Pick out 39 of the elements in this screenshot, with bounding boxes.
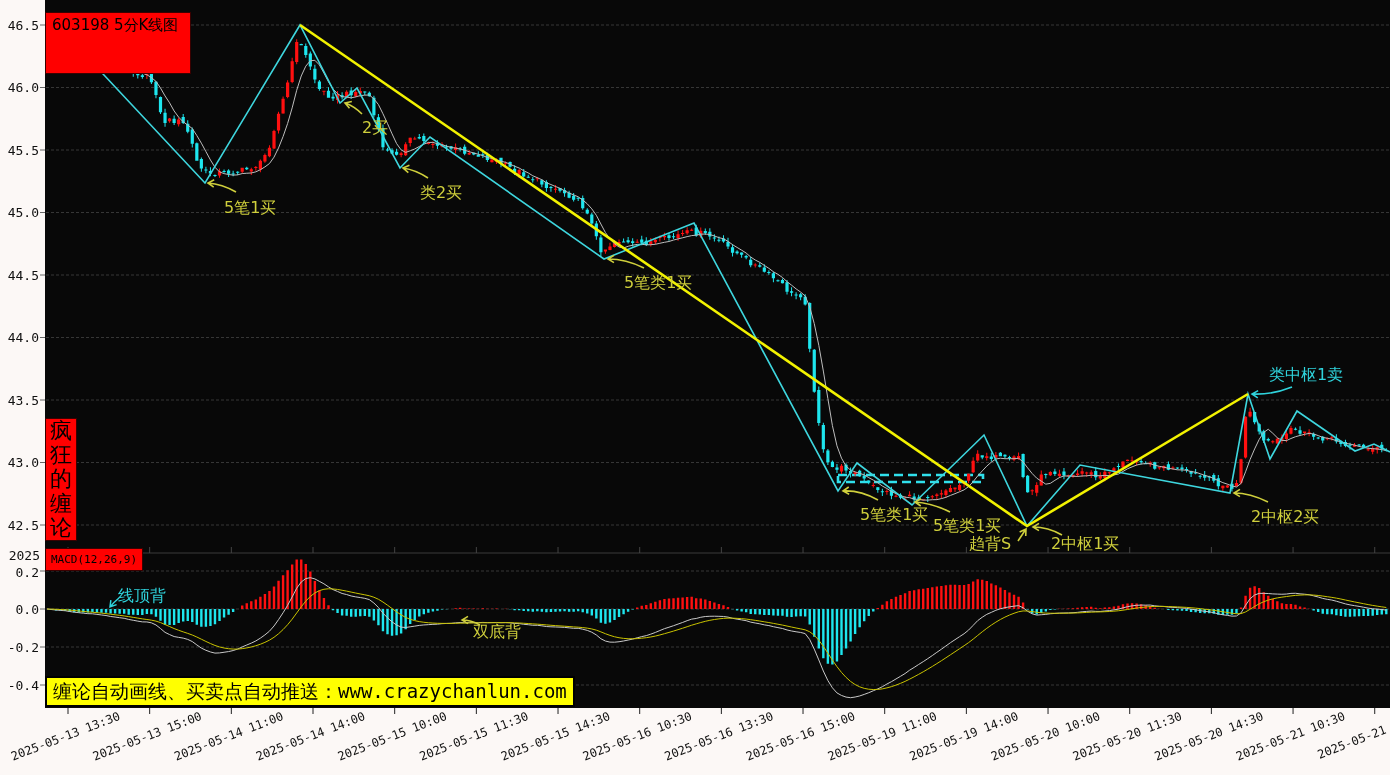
signal-label: 2中枢1买 [1051,534,1120,553]
callout-arrow [1017,528,1027,542]
signal-label: 5笔类1买 [933,516,1002,535]
callout-arrow [461,615,481,626]
axis-tick-label: 44.0 [7,330,39,345]
callout-arrow [344,100,363,115]
callout-arrow [1032,522,1063,536]
signal-label: 类中枢1卖 [1269,365,1344,384]
signal-label: 5笔类1买 [860,505,929,524]
side-banner: 疯狂的缠论 [45,418,77,541]
axis-tick-label: 2025 [8,548,40,563]
indicator-label: MACD(12,26,9) [45,548,144,571]
axis-tick-label: 0.2 [15,564,39,580]
callout-arrow [1251,386,1293,399]
axis-tick-label: 46.5 [7,17,39,33]
chart-title: 603198 5分K线图 [45,12,191,74]
signal-label: 2中枢2买 [1251,507,1320,526]
callout-arrow [1233,488,1269,503]
signal-label: 类2买 [420,183,463,202]
callout-arrow [842,486,879,501]
signal-label: 5笔1买 [224,198,277,217]
axis-tick-label: 44.5 [7,267,39,283]
divergence-label: 线顶背 [118,586,166,605]
callout-arrow [109,597,120,608]
promo-banner: 缠论自动画线、买卖点自动推送：www.crazychanlun.com [45,676,575,707]
callout-arrow [207,179,237,193]
callout-arrow [402,164,429,179]
axis-tick-label: -0.2 [7,639,39,655]
callout-arrow [607,254,645,269]
axis-tick-label: 43.5 [7,392,39,408]
axis-tick-label: 0.0 [15,601,39,617]
axis-tick-label: 45.5 [7,142,39,158]
axis-tick-label: 45.0 [7,205,39,220]
axis-tick-label: 42.5 [7,517,39,533]
axis-tick-label: 46.0 [7,80,39,95]
divergence-label: 双底背 [473,622,521,641]
axis-tick-label: 43.0 [7,455,39,470]
axis-tick-label: -0.4 [7,677,39,693]
signal-label: 趋背S [969,534,1012,553]
